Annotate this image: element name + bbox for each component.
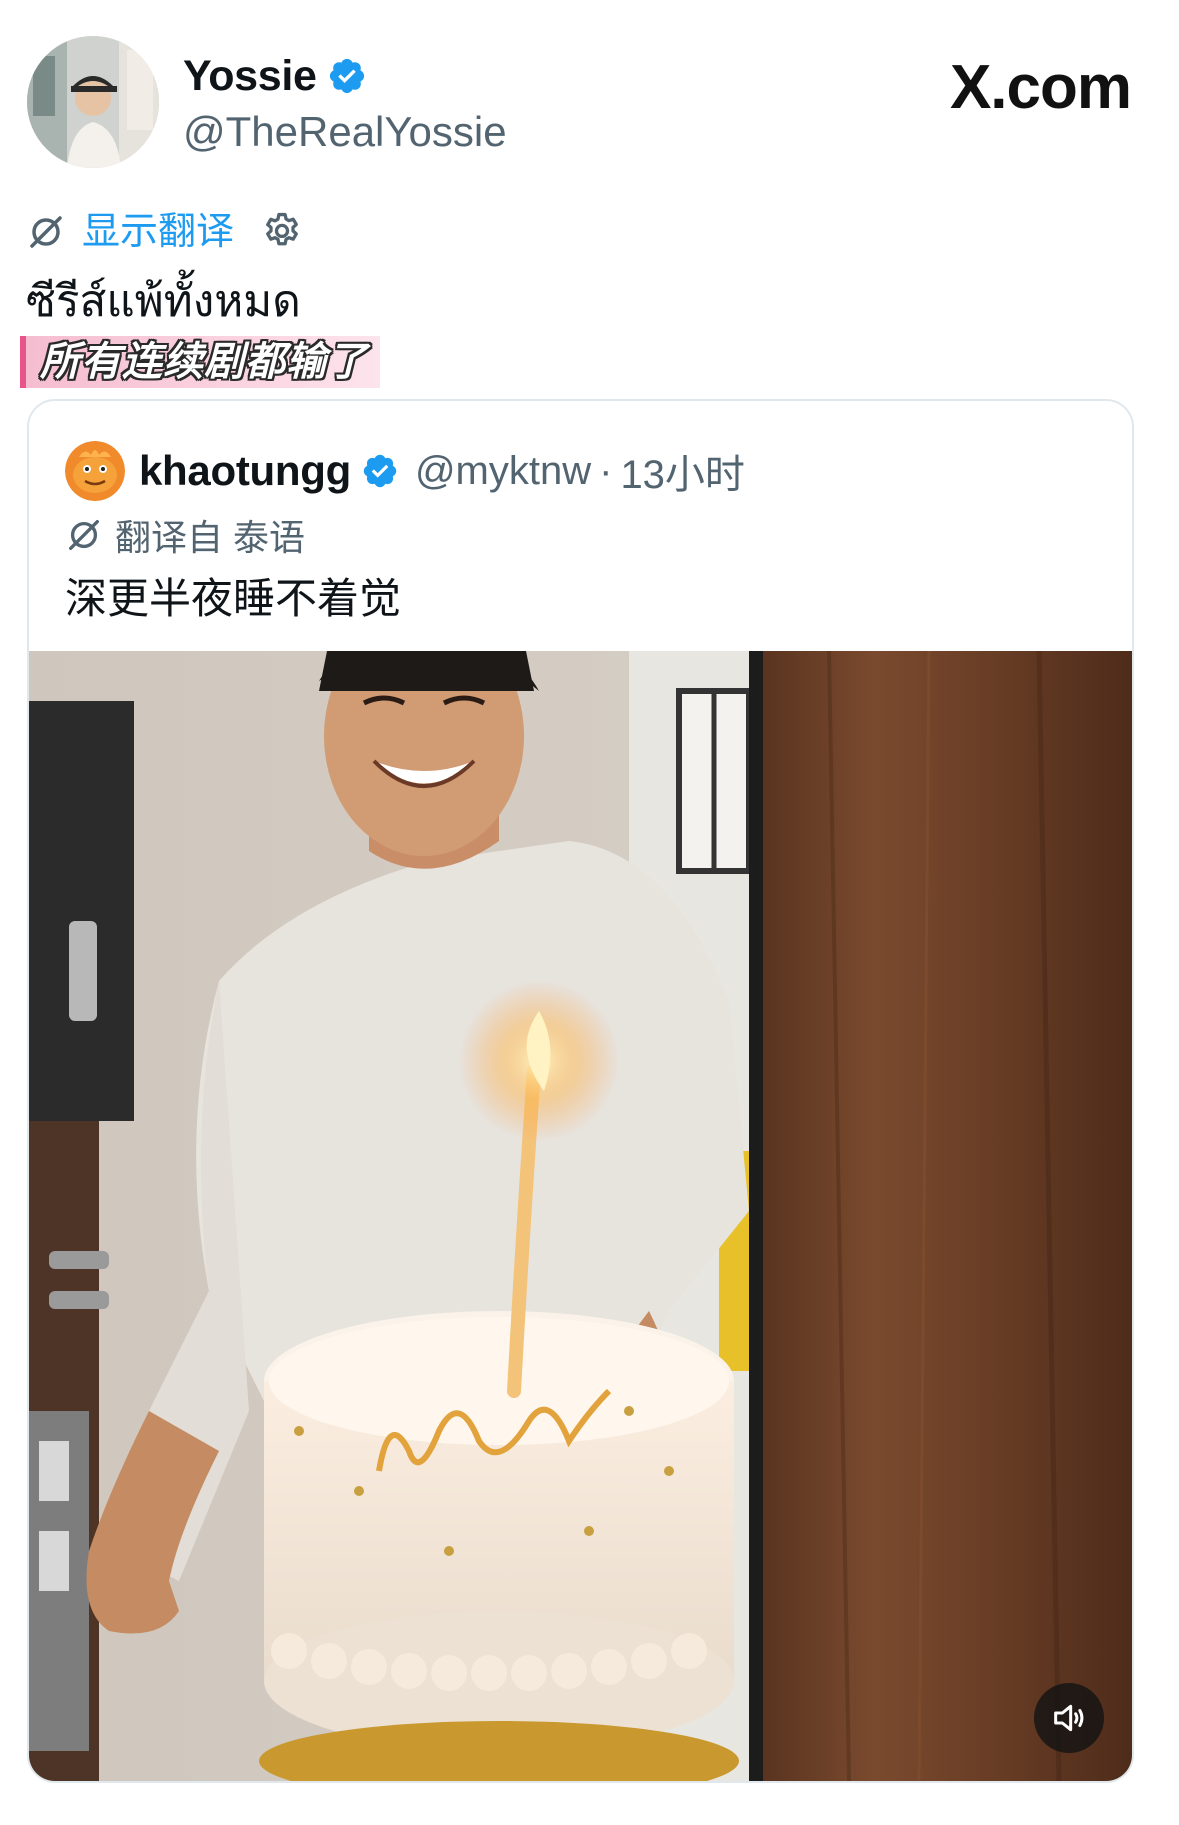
quoted-translated-row: 翻译自 泰语 — [65, 509, 305, 561]
separator-dot: · — [599, 448, 613, 493]
profile-photo — [27, 36, 159, 168]
quoted-author-avatar[interactable] — [65, 441, 125, 501]
author-name[interactable]: Yossie — [183, 48, 367, 104]
mute-toggle-button[interactable] — [1034, 1683, 1104, 1753]
video-thumbnail — [29, 651, 1132, 1781]
gear-icon[interactable] — [260, 210, 304, 254]
caption-text: 所有连续剧都输了 — [40, 340, 368, 384]
author-handle[interactable]: @TheRealYossie — [183, 104, 507, 160]
translation-caption-overlay: 所有连续剧都输了 — [20, 336, 380, 388]
quoted-author-name[interactable]: khaotungg — [139, 447, 351, 495]
translate-bar: 显示翻译 — [26, 206, 304, 258]
quoted-tweet-text: 深更半夜睡不着觉 — [65, 575, 402, 622]
quoted-tweet-timestamp[interactable]: 13小时 — [620, 442, 745, 500]
author-name-text[interactable]: Yossie — [183, 48, 317, 104]
quoted-author-handle[interactable]: @myktnw — [415, 449, 591, 494]
tweet-text: ซีรีส์แพ้ทั้งหมด — [26, 276, 301, 327]
x-com-watermark: X.com — [949, 53, 1132, 122]
quoted-tweet-card[interactable]: khaotungg @myktnw · 13小时 翻译自 泰语 深更半夜睡不着觉 — [27, 399, 1134, 1783]
translated-from-label: 翻译自 泰语 — [115, 517, 306, 558]
translate-off-icon — [30, 216, 62, 248]
volume-icon — [1054, 1704, 1084, 1732]
show-translation-link[interactable]: 显示翻译 — [82, 206, 234, 258]
quoted-avatar-image — [65, 441, 125, 501]
translate-off-icon — [69, 520, 99, 550]
verified-badge-icon — [329, 58, 364, 94]
quoted-tweet-header: khaotungg @myktnw · 13小时 — [65, 441, 745, 501]
quoted-tweet-video[interactable] — [29, 651, 1132, 1781]
author-avatar[interactable] — [27, 36, 159, 168]
verified-badge-icon — [363, 454, 397, 488]
